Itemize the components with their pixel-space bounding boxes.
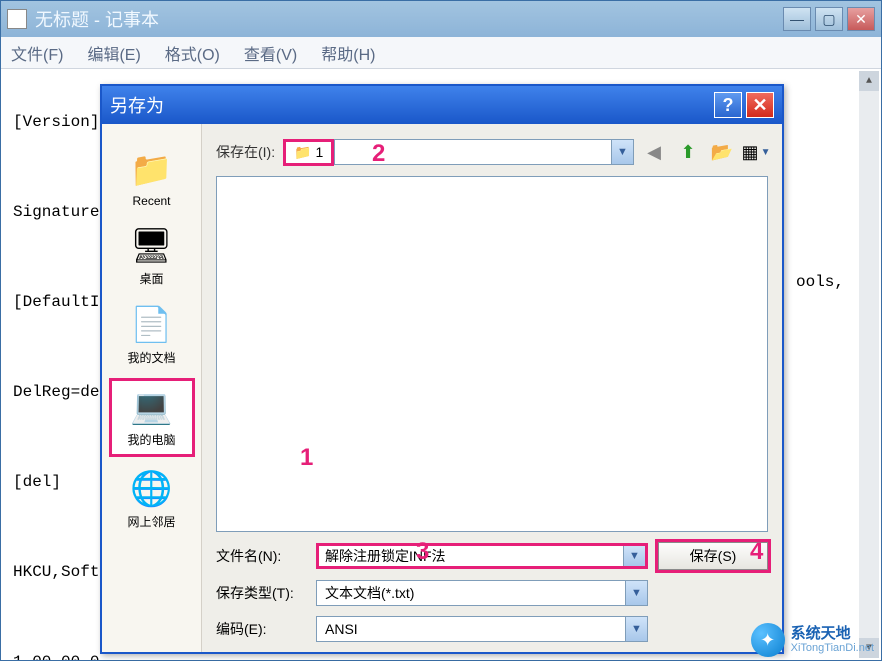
filename-label: 文件名(N): xyxy=(216,546,306,566)
nav-icons: ◀ ⬆ 📂 ▦▼ xyxy=(642,140,768,164)
minimize-button[interactable]: — xyxy=(783,7,811,31)
dialog-help-button[interactable]: ? xyxy=(714,92,742,118)
computer-icon: 💻 xyxy=(130,387,174,427)
watermark: ✦ 系统天地 XiTongTianDi.net xyxy=(751,623,874,657)
watermark-line2: XiTongTianDi.net xyxy=(791,642,874,654)
place-network[interactable]: 🌐 网上邻居 xyxy=(109,463,195,536)
dialog-titlebar: 另存为 ? ✕ xyxy=(102,86,782,124)
network-icon: 🌐 xyxy=(130,469,174,509)
places-bar: 📁 Recent 🖥 桌面 📄 我的文档 💻 我的电脑 🌐 网上邻居 xyxy=(102,124,202,652)
encoding-row: 编码(E): ANSI ▼ xyxy=(216,616,768,642)
vertical-scrollbar[interactable]: ▲ ▼ xyxy=(859,71,879,658)
dialog-close-button[interactable]: ✕ xyxy=(746,92,774,118)
annotation-1b: 1 xyxy=(300,444,313,472)
desktop-icon: 🖥 xyxy=(130,226,174,266)
filetype-select[interactable]: 文本文档(*.txt) ▼ xyxy=(316,580,648,606)
watermark-logo-icon: ✦ xyxy=(751,623,785,657)
filetype-row: 保存类型(T): 文本文档(*.txt) ▼ xyxy=(216,580,768,606)
filename-row: 文件名(N): 解除注册锁定INF法 ▼ 保存(S) xyxy=(216,542,768,570)
lookin-label: 保存在(I): xyxy=(216,142,275,162)
editor-line: 1,00,00,0 xyxy=(13,653,869,660)
place-label: 桌面 xyxy=(111,270,193,287)
lookin-folder-box[interactable]: 📁 1 xyxy=(283,139,334,166)
up-one-level-icon[interactable]: ⬆ xyxy=(676,140,700,164)
menu-file[interactable]: 文件(F) xyxy=(11,41,63,65)
file-list-area[interactable] xyxy=(216,176,768,532)
notepad-title: 无标题 - 记事本 xyxy=(35,6,783,32)
filetype-value: 文本文档(*.txt) xyxy=(325,583,414,603)
scroll-up-icon[interactable]: ▲ xyxy=(859,71,879,91)
place-mycomputer[interactable]: 💻 我的电脑 xyxy=(109,378,195,457)
dropdown-icon[interactable]: ▼ xyxy=(611,140,633,164)
folder-icon: 📁 xyxy=(294,144,311,161)
annotation-3: 3 xyxy=(416,538,429,566)
maximize-button[interactable]: ▢ xyxy=(815,7,843,31)
dropdown-icon[interactable]: ▼ xyxy=(623,546,645,566)
place-label: 我的电脑 xyxy=(114,431,190,448)
annotation-4: 4 xyxy=(750,538,763,566)
dialog-title: 另存为 xyxy=(110,92,710,118)
dropdown-icon[interactable]: ▼ xyxy=(625,581,647,605)
dropdown-icon[interactable]: ▼ xyxy=(625,617,647,641)
watermark-text: 系统天地 XiTongTianDi.net xyxy=(791,626,874,655)
lookin-row: 保存在(I): 📁 1 ▼ ◀ ⬆ 📂 ▦▼ xyxy=(216,138,768,166)
notepad-icon xyxy=(7,9,27,29)
filetype-label: 保存类型(T): xyxy=(216,583,306,603)
chevron-down-icon: ▼ xyxy=(761,147,771,158)
place-label: Recent xyxy=(111,194,193,208)
annotation-2: 2 xyxy=(372,140,385,168)
menu-edit[interactable]: 编辑(E) xyxy=(87,41,140,65)
place-label: 我的文档 xyxy=(111,349,193,366)
bottom-rows: 文件名(N): 解除注册锁定INF法 ▼ 保存(S) 保存类型(T): 文本文档… xyxy=(216,542,768,642)
folder-icon: 📁 xyxy=(130,150,174,190)
filename-input[interactable]: 解除注册锁定INF法 ▼ xyxy=(316,543,648,569)
menubar: 文件(F) 编辑(E) 格式(O) 查看(V) 帮助(H) xyxy=(1,37,881,69)
encoding-select[interactable]: ANSI ▼ xyxy=(316,616,648,642)
documents-icon: 📄 xyxy=(130,305,174,345)
watermark-line1: 系统天地 xyxy=(791,626,874,643)
menu-help[interactable]: 帮助(H) xyxy=(321,41,375,65)
menu-view[interactable]: 查看(V) xyxy=(244,41,297,65)
dialog-right-pane: 保存在(I): 📁 1 ▼ ◀ ⬆ 📂 ▦▼ xyxy=(202,124,782,652)
lookin-combo[interactable]: 📁 1 ▼ xyxy=(283,138,634,166)
dialog-body: 📁 Recent 🖥 桌面 📄 我的文档 💻 我的电脑 🌐 网上邻居 xyxy=(102,124,782,652)
views-icon[interactable]: ▦▼ xyxy=(744,140,768,164)
new-folder-icon[interactable]: 📂 xyxy=(710,140,734,164)
place-label: 网上邻居 xyxy=(111,513,193,530)
place-recent[interactable]: 📁 Recent xyxy=(109,144,195,214)
lookin-value: 1 xyxy=(316,144,324,160)
editor-line-tail: ools, xyxy=(796,273,844,291)
place-mydocs[interactable]: 📄 我的文档 xyxy=(109,299,195,372)
encoding-label: 编码(E): xyxy=(216,619,306,639)
encoding-value: ANSI xyxy=(325,621,358,637)
place-desktop[interactable]: 🖥 桌面 xyxy=(109,220,195,293)
save-as-dialog: 另存为 ? ✕ 📁 Recent 🖥 桌面 📄 我的文档 💻 我的电脑 🌐 xyxy=(100,84,784,654)
window-controls: — ▢ ✕ xyxy=(783,7,875,31)
menu-format[interactable]: 格式(O) xyxy=(165,41,220,65)
notepad-titlebar: 无标题 - 记事本 — ▢ ✕ xyxy=(1,1,881,37)
back-icon[interactable]: ◀ xyxy=(642,140,666,164)
close-button[interactable]: ✕ xyxy=(847,7,875,31)
